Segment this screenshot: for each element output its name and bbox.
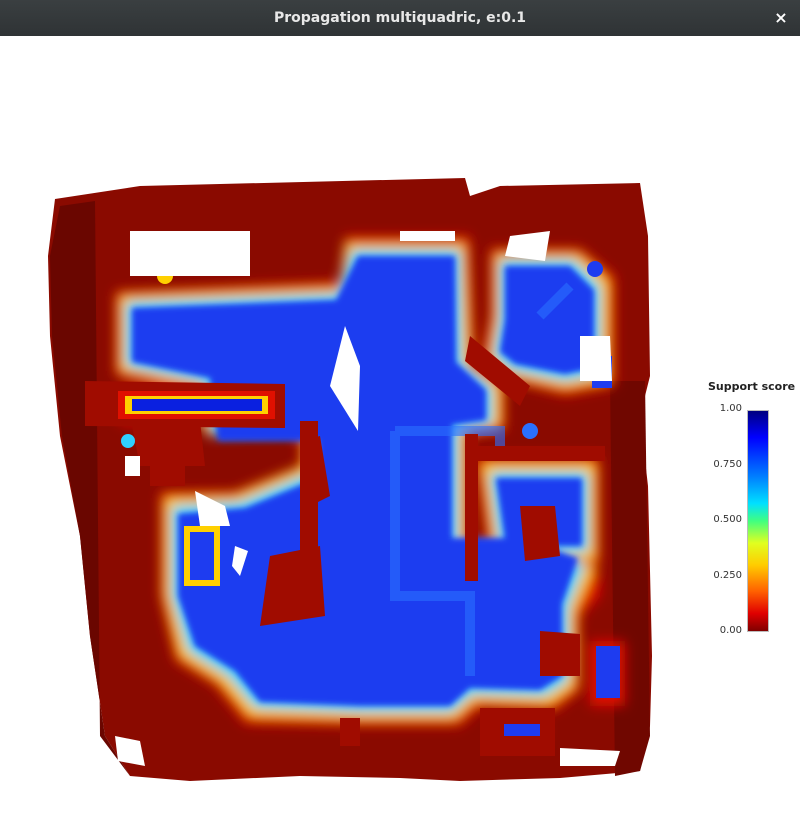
support-score-mesh[interactable] [0, 36, 800, 837]
support-score-colorbar [747, 410, 769, 632]
tick-label: 1.00 [719, 403, 742, 414]
tick-label: 0.00 [719, 625, 742, 636]
window-title: Propagation multiquadric, e:0.1 [273, 10, 527, 26]
tick-label: 0.500 [713, 514, 742, 525]
tick-label: 0.250 [713, 570, 742, 581]
wall-shading [610, 381, 650, 776]
legend-title: Support score [708, 380, 796, 393]
window-titlebar: Propagation multiquadric, e:0.1 × [0, 0, 800, 36]
close-icon[interactable]: × [770, 7, 792, 29]
render-viewport[interactable] [0, 36, 800, 837]
tick-label: 0.750 [713, 459, 742, 470]
